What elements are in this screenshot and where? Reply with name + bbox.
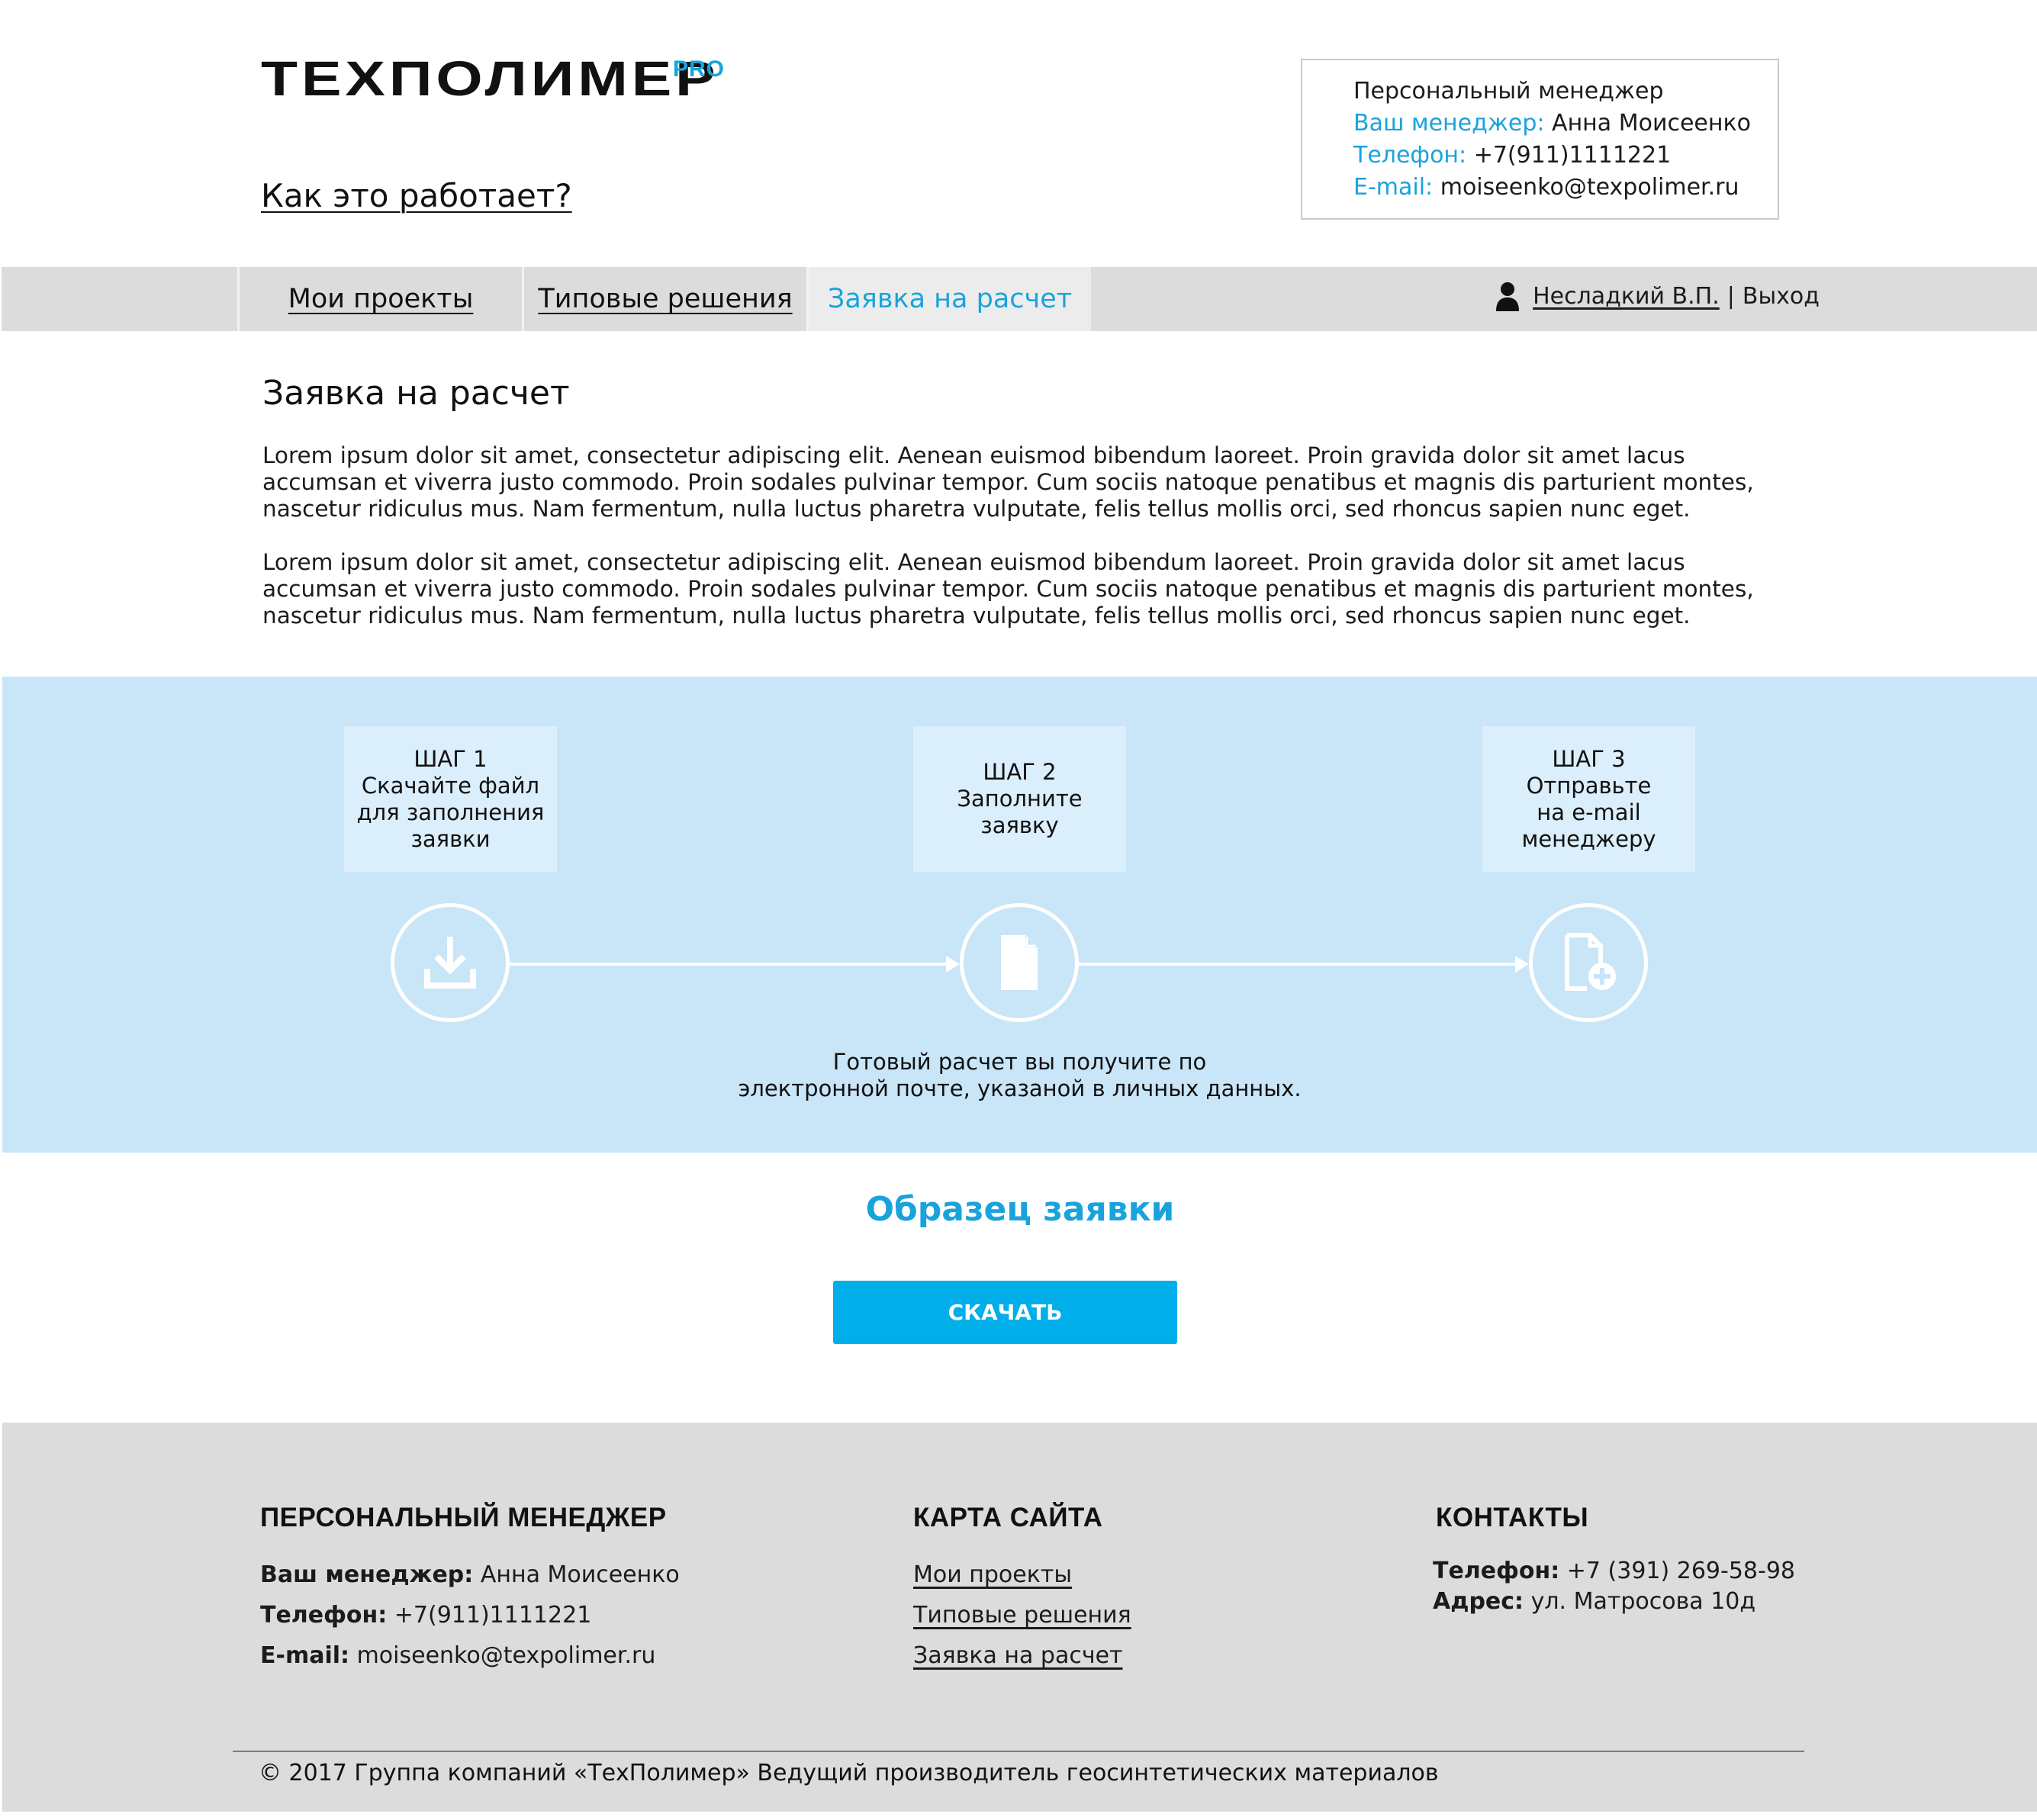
- phone-row: Телефон: +7(911)1111221: [1353, 140, 1778, 172]
- intro-paragraph-2: Lorem ipsum dolor sit amet, consectetur …: [262, 549, 1754, 629]
- footer-value: ул. Матросова 10д: [1530, 1588, 1756, 1615]
- step-text-line: Скачайте файл: [361, 772, 540, 799]
- footer-link-calculation-request[interactable]: Заявка на расчет: [913, 1635, 1131, 1676]
- step-text-line: Отправьте: [1526, 772, 1652, 799]
- step-card-1: ШАГ 1 Скачайте файл для заполнения заявк…: [344, 726, 557, 872]
- tab-label: Заявка на расчет: [827, 284, 1073, 314]
- manager-row: Ваш менеджер: Анна Моисеенко: [1353, 108, 1778, 140]
- step-card-2: ШАГ 2 Заполните заявку: [913, 726, 1126, 872]
- footer-heading: КОНТАКТЫ: [1436, 1503, 1589, 1532]
- footer-label: Адрес:: [1433, 1588, 1524, 1615]
- steps-note: Готовый расчет вы получите по электронно…: [2, 1049, 2037, 1102]
- footer-heading: КАРТА САЙТА: [913, 1503, 1103, 1532]
- step-text-line: заявку: [980, 812, 1059, 838]
- step-title: ШАГ 2: [983, 759, 1057, 785]
- footer-divider: [233, 1751, 1804, 1752]
- footer-link-my-projects[interactable]: Мои проекты: [913, 1555, 1131, 1595]
- footer-sitemap: КАРТА САЙТА Мои проекты Типовые решения …: [913, 1503, 1131, 1676]
- how-it-works-link[interactable]: Как это работает?: [261, 177, 572, 214]
- footer-contacts-address: Адрес: ул. Матросова 10д: [1433, 1587, 1795, 1617]
- arrow-right-icon: [946, 956, 960, 973]
- steps-note-line: Готовый расчет вы получите по: [832, 1049, 1207, 1075]
- footer-manager-row: Ваш менеджер: Анна Моисеенко: [260, 1555, 680, 1595]
- footer: ПЕРСОНАЛЬНЫЙ МЕНЕДЖЕР Ваш менеджер: Анна…: [2, 1423, 2037, 1812]
- user-bar: Несладкий В.П. | Выход: [1495, 281, 1820, 311]
- logo[interactable]: ТЕХПОЛИМЕР PRO: [261, 50, 724, 107]
- tab-typical-solutions[interactable]: Типовые решения: [522, 267, 806, 331]
- footer-manager: ПЕРСОНАЛЬНЫЙ МЕНЕДЖЕР Ваш менеджер: Анна…: [260, 1503, 680, 1676]
- user-name-link[interactable]: Несладкий В.П.: [1533, 283, 1720, 310]
- footer-contacts: КОНТАКТЫ Телефон: +7 (391) 269-58-98 Адр…: [1433, 1503, 1795, 1617]
- sample-title: Образец заявки: [865, 1190, 1175, 1229]
- email-value[interactable]: moiseenko@texpolimer.ru: [1440, 174, 1739, 201]
- step-1-circle[interactable]: [391, 903, 510, 1022]
- step-card-3: ШАГ 3 Отправьте на e-mail менеджеру: [1482, 726, 1695, 872]
- download-icon: [424, 937, 476, 989]
- footer-value: +7 (391) 269-58-98: [1566, 1558, 1796, 1584]
- footer-contacts-phone: Телефон: +7 (391) 269-58-98: [1433, 1556, 1795, 1587]
- phone-label: Телефон:: [1353, 142, 1467, 169]
- steps-section: ШАГ 1 Скачайте файл для заполнения заявк…: [2, 677, 2037, 1153]
- step-title: ШАГ 3: [1552, 745, 1626, 772]
- tab-calculation-request[interactable]: Заявка на расчет: [806, 267, 1091, 331]
- email-label: E-mail:: [1353, 174, 1434, 201]
- step-text-line: на e-mail: [1537, 799, 1641, 825]
- footer-value: +7(911)1111221: [394, 1602, 592, 1629]
- manager-box-title: Персональный менеджер: [1353, 78, 1664, 105]
- footer-label: Ваш менеджер:: [260, 1561, 474, 1588]
- step-connector-1: [510, 963, 946, 966]
- footer-value: Анна Моисеенко: [480, 1561, 680, 1588]
- logo-superscript: PRO: [673, 56, 726, 82]
- main-nav: Мои проекты Типовые решения Заявка на ра…: [2, 267, 2037, 331]
- footer-label: E-mail:: [260, 1642, 350, 1669]
- manager-name: Анна Моисеенко: [1552, 110, 1751, 137]
- footer-label: Телефон:: [260, 1602, 388, 1629]
- footer-email-row: E-mail: moiseenko@texpolimer.ru: [260, 1635, 680, 1676]
- steps-note-line: электронной почте, указаной в личных дан…: [738, 1076, 1302, 1101]
- step-text-line: менеджеру: [1521, 825, 1656, 852]
- logout-link[interactable]: Выход: [1743, 283, 1820, 310]
- step-connector-2: [1079, 963, 1515, 966]
- footer-value[interactable]: moiseenko@texpolimer.ru: [357, 1642, 656, 1669]
- document-add-icon: [1565, 933, 1616, 991]
- footer-link-typical-solutions[interactable]: Типовые решения: [913, 1595, 1131, 1635]
- user-bar-separator: |: [1726, 282, 1735, 310]
- copyright: © 2017 Группа компаний «ТехПолимер» Веду…: [259, 1760, 1439, 1786]
- phone-value: +7(911)1111221: [1473, 142, 1672, 169]
- footer-phone-row: Телефон: +7(911)1111221: [260, 1595, 680, 1635]
- step-text-line: для заполнения: [356, 799, 545, 825]
- step-title: ШАГ 1: [414, 745, 488, 772]
- footer-heading: ПЕРСОНАЛЬНЫЙ МЕНЕДЖЕР: [260, 1503, 667, 1532]
- arrow-right-icon: [1515, 956, 1529, 973]
- download-button[interactable]: СКАЧАТЬ: [833, 1281, 1177, 1344]
- email-row: E-mail: moiseenko@texpolimer.ru: [1353, 172, 1778, 204]
- document-icon: [1001, 935, 1038, 990]
- step-3-circle[interactable]: [1529, 903, 1648, 1022]
- manager-info-box: Персональный менеджер Ваш менеджер: Анна…: [1301, 59, 1779, 220]
- tab-my-projects[interactable]: Мои проекты: [237, 267, 522, 331]
- step-2-circle[interactable]: [960, 903, 1079, 1022]
- step-text-line: заявки: [410, 825, 491, 852]
- logo-text: ТЕХПОЛИМЕР: [261, 51, 719, 106]
- user-icon: [1496, 282, 1520, 311]
- manager-label: Ваш менеджер:: [1353, 110, 1545, 137]
- footer-label: Телефон:: [1433, 1558, 1560, 1584]
- step-text-line: Заполните: [957, 786, 1083, 812]
- tab-label: Мои проекты: [288, 284, 474, 314]
- tab-label: Типовые решения: [538, 284, 793, 314]
- intro-paragraph-1: Lorem ipsum dolor sit amet, consectetur …: [262, 442, 1754, 522]
- page-title: Заявка на расчет: [262, 374, 570, 413]
